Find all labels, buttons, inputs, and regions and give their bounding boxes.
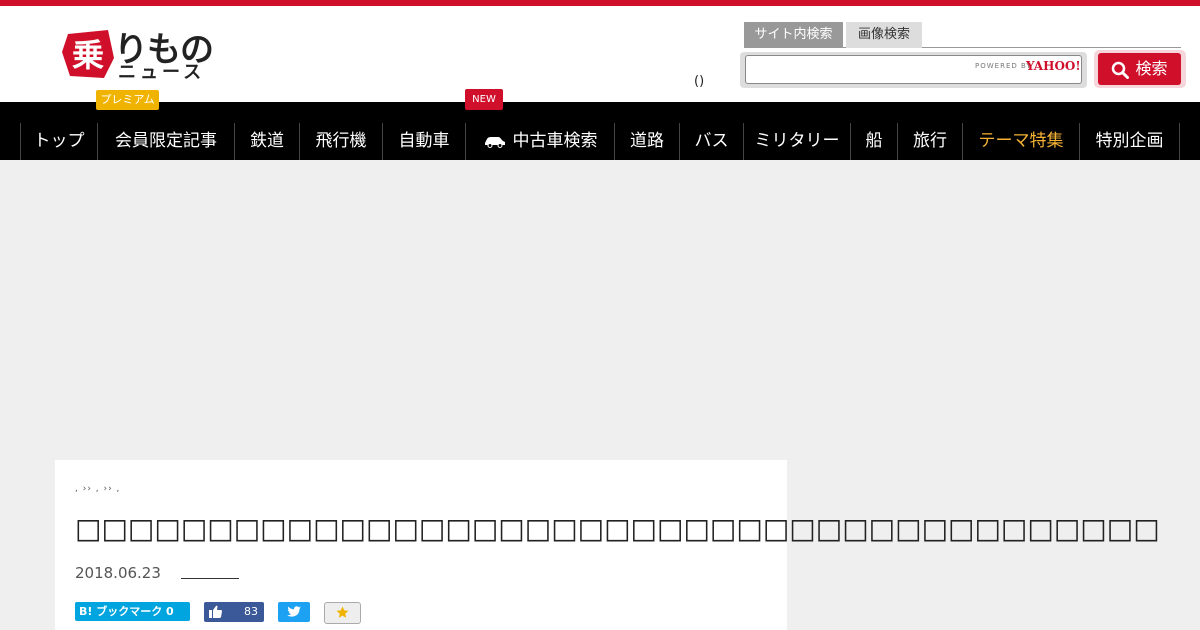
header-paren-text: () — [694, 74, 705, 89]
tab-site-search[interactable]: サイト内検索 — [744, 22, 843, 48]
search-button-wrap: 検索 — [1094, 50, 1186, 88]
nav-item-top[interactable]: トップ — [20, 123, 97, 160]
article-date: 2018.06.23 — [75, 564, 161, 582]
article-card: , ›› , ›› , □□□□□□□□□□□□□□□□□□□□□□□□□□□□… — [55, 460, 1160, 630]
nav-item-used-car[interactable]: 中古車検索 — [465, 123, 614, 160]
search-tabs: サイト内検索 画像検索 — [744, 22, 1181, 48]
premium-badge: プレミアム — [96, 90, 159, 110]
article-title: □□□□□□□□□□□□□□□□□□□□□□□□□□□□□□□□□□□□□□□□… — [75, 512, 1160, 545]
site-logo[interactable]: 乗 りもの ニュース — [60, 24, 230, 90]
facebook-like-button[interactable]: 83 — [204, 602, 264, 622]
twitter-share-button[interactable] — [278, 602, 310, 622]
nav-item-ship[interactable]: 船 — [850, 123, 897, 160]
thumbs-up-icon — [209, 605, 222, 618]
yahoo-logo: YAHOO! — [1026, 59, 1081, 73]
nav-item-airplane[interactable]: 飛行機 — [299, 123, 382, 160]
tab-image-search[interactable]: 画像検索 — [846, 22, 922, 48]
search-icon — [1112, 61, 1130, 79]
svg-text:乗: 乗 — [72, 36, 104, 74]
breadcrumb[interactable]: , ›› , ›› , — [75, 484, 120, 494]
nav-item-used-car-label: 中古車検索 — [512, 131, 598, 151]
twitter-icon — [287, 606, 301, 617]
nav-item-travel[interactable]: 旅行 — [897, 123, 962, 160]
main-nav: トップ 会員限定記事 鉄道 飛行機 自動車 中古車検索 道路 バス ミリタリー … — [0, 102, 1200, 160]
search-button[interactable]: 検索 — [1098, 53, 1181, 85]
star-icon — [336, 606, 349, 618]
ad-space — [0, 160, 1200, 460]
nav-item-special[interactable]: 特別企画 — [1079, 123, 1180, 160]
nav-item-military[interactable]: ミリタリー — [743, 123, 850, 160]
nav-item-railway[interactable]: 鉄道 — [234, 123, 299, 160]
search-button-label: 検索 — [1135, 59, 1168, 78]
author-link[interactable] — [181, 578, 239, 579]
logo-text-bottom: ニュース — [118, 62, 206, 83]
nav-item-members[interactable]: 会員限定記事 — [97, 123, 234, 160]
nav-item-bus[interactable]: バス — [679, 123, 743, 160]
powered-by-text: POWERED BY — [975, 62, 1032, 70]
logo-mark-icon: 乗 — [62, 30, 114, 78]
nav-item-road[interactable]: 道路 — [614, 123, 679, 160]
new-badge: NEW — [465, 89, 503, 110]
nav-item-theme[interactable]: テーマ特集 — [962, 123, 1079, 160]
car-icon — [484, 137, 505, 148]
favorite-button[interactable] — [324, 602, 361, 624]
hatena-bookmark-button[interactable]: B! ブックマーク 0 — [75, 602, 190, 621]
nav-item-car[interactable]: 自動車 — [382, 123, 465, 160]
facebook-like-count: 83 — [244, 605, 258, 618]
